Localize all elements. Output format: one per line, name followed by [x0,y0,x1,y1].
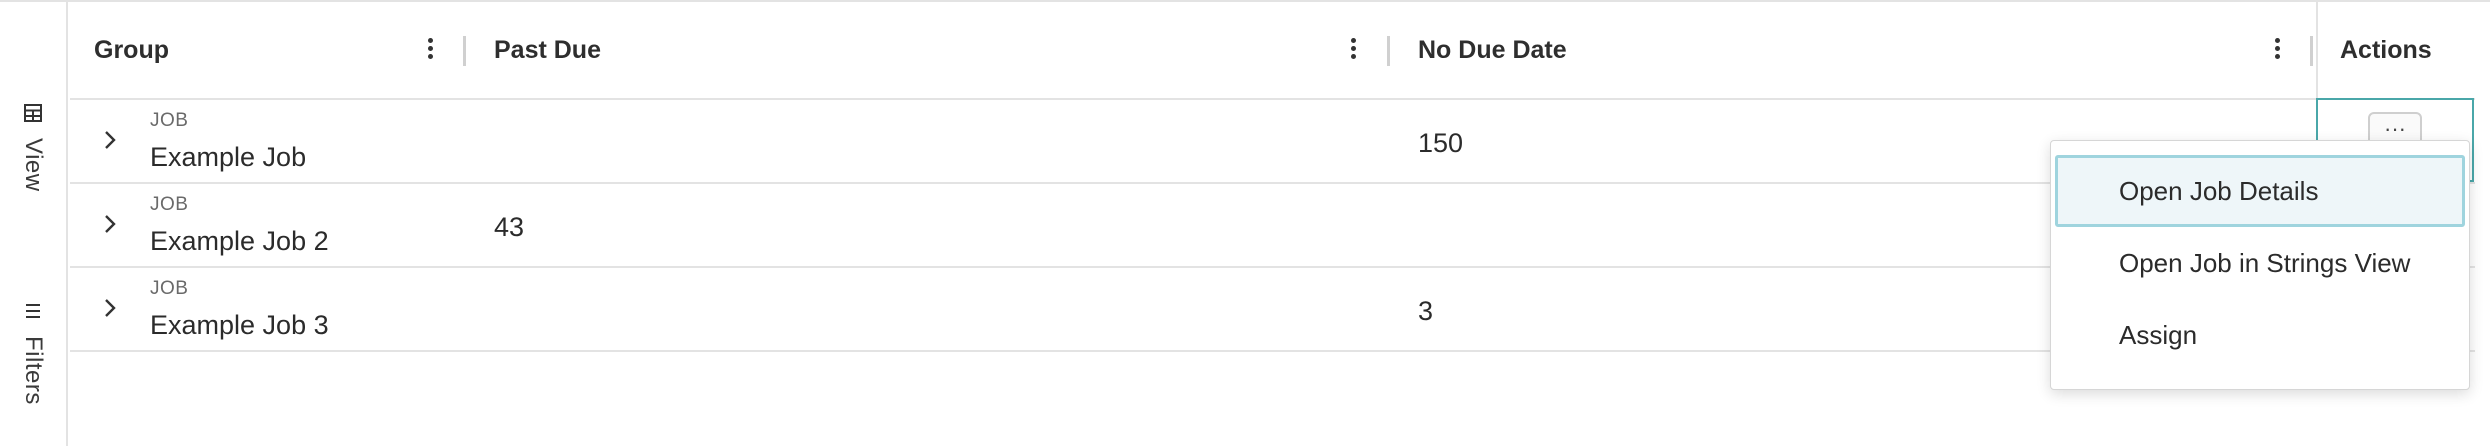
past-due-cell: 43 [494,212,525,242]
column-header-label: Group [94,35,169,64]
filter-lines-icon [26,304,40,318]
column-header-label: Past Due [494,35,601,64]
group-column-menu-icon[interactable] [425,36,435,62]
column-header-label: Actions [2340,35,2432,64]
no-due-date-column-menu-icon[interactable] [2272,36,2282,62]
row-type-label: JOB [150,278,189,299]
menu-item-open-job-in-strings-view[interactable]: Open Job in Strings View [2055,227,2465,299]
column-resize-handle[interactable] [463,36,466,66]
row-actions-menu: Open Job Details Open Job in Strings Vie… [2050,140,2470,390]
column-resize-handle[interactable] [1387,36,1390,66]
past-due-column-menu-icon[interactable] [1348,36,1358,62]
menu-item-open-job-details[interactable]: Open Job Details [2055,155,2465,227]
column-header-label: No Due Date [1418,35,1567,64]
side-rail: View Filters [0,2,68,446]
column-header-group[interactable]: Group [70,2,470,98]
view-label: View [20,138,47,192]
row-name: Example Job 3 [150,310,329,340]
chevron-right-icon[interactable] [100,212,120,236]
menu-item-assign[interactable]: Assign [2055,299,2465,371]
column-resize-handle[interactable] [2310,36,2313,66]
table-header: Group Past Due No Due Date Actions [70,2,2475,100]
column-header-actions: Actions [2316,2,2474,98]
row-name: Example Job 2 [150,226,329,256]
chevron-right-icon[interactable] [100,296,120,320]
column-header-no-due-date[interactable]: No Due Date [1394,2,2314,98]
column-header-past-due[interactable]: Past Due [470,2,1390,98]
row-name: Example Job [150,142,307,172]
chevron-right-icon[interactable] [100,128,120,152]
no-due-date-cell: 3 [1418,296,1434,326]
no-due-date-cell: 150 [1418,128,1464,158]
row-type-label: JOB [150,194,189,215]
filters-toggle-button[interactable]: Filters [0,300,66,405]
filters-label: Filters [20,336,47,405]
table-view-icon [24,104,42,122]
view-toggle-button[interactable]: View [0,102,66,192]
row-type-label: JOB [150,110,189,131]
